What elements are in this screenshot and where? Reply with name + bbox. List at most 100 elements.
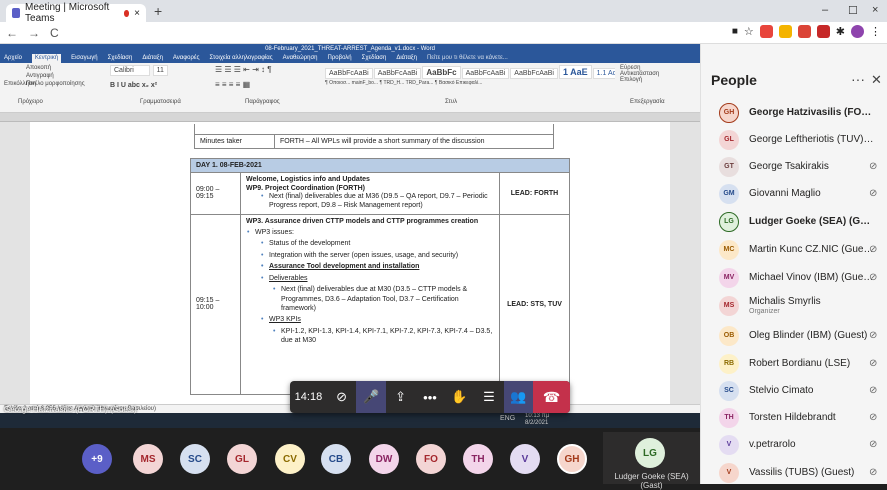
- participant-avatar: RB: [719, 353, 739, 374]
- participant-row[interactable]: LG Ludger Goeke (SEA) (Gast): [701, 208, 887, 235]
- chat-icon: ☰: [483, 389, 495, 404]
- participant-name: George Tsakirakis: [749, 161, 829, 172]
- raise-hand-button[interactable]: ✋: [445, 381, 474, 413]
- avatar[interactable]: CV: [275, 444, 305, 474]
- avatar[interactable]: CB: [321, 444, 351, 474]
- ribbon-tab[interactable]: Διάταξη: [142, 54, 163, 63]
- menu-icon[interactable]: ⋮: [870, 25, 881, 38]
- extension-icon[interactable]: [797, 25, 811, 38]
- window-close-button[interactable]: ×: [872, 4, 878, 16]
- participant-row[interactable]: MS Michalis Smyrlis Organizer: [701, 292, 887, 319]
- style-item[interactable]: 1 AaE: [558, 65, 592, 79]
- list-buttons[interactable]: ☰ ☰ ☰ ⇤ ⇥ ↕ ¶: [215, 65, 315, 74]
- ribbon-tab[interactable]: Εισαγωγή: [71, 54, 98, 63]
- back-button[interactable]: ←: [6, 26, 18, 40]
- participant-avatar: LG: [719, 211, 739, 232]
- participant-row[interactable]: TH Torsten Hildebrandt ⊘: [701, 404, 887, 431]
- style-item[interactable]: AaBbFcAaBi: [325, 68, 373, 79]
- ribbon-tab[interactable]: Διάταξη: [396, 54, 417, 63]
- puzzle-icon[interactable]: ✱: [836, 25, 845, 38]
- minutes-table: Minutes taker FORTH – All WPLs will prov…: [194, 124, 554, 149]
- avatar[interactable]: MS: [133, 444, 163, 474]
- mute-button[interactable]: 🎤: [356, 381, 386, 413]
- agenda-bullet: Status of the development: [260, 239, 494, 249]
- pdf-extension-icon[interactable]: [816, 25, 830, 38]
- participant-row[interactable]: MC Martin Kunc CZ.NIC (Guest) ⊘: [701, 236, 887, 263]
- ribbon-tab[interactable]: Σχεδίαση: [362, 54, 387, 63]
- ribbon-tab[interactable]: Σχεδίαση: [108, 54, 133, 63]
- avatar[interactable]: SC: [180, 444, 210, 474]
- font-name-select[interactable]: Calibri: [110, 65, 150, 76]
- more-actions-button[interactable]: •••: [415, 381, 444, 413]
- styles-group: AaBbFcAaBi AaBbFcAaBi AaBbFc AaBbFcAaBi AaBb…: [325, 65, 615, 109]
- active-speaker-avatar[interactable]: GH: [557, 444, 587, 474]
- avatar[interactable]: GL: [227, 444, 257, 474]
- more-participants-avatar[interactable]: +9: [82, 444, 112, 474]
- style-item[interactable]: AaBbFcAaBi: [510, 68, 558, 79]
- participant-row[interactable]: RB Robert Bordianu (LSE) ⊘: [701, 350, 887, 377]
- participant-row[interactable]: SC Stelvio Cimato ⊘: [701, 377, 887, 404]
- participant-row[interactable]: GT George Tsakirakis ⊘: [701, 153, 887, 180]
- camera-icon[interactable]: ■: [732, 26, 738, 37]
- extension-icon[interactable]: [759, 25, 773, 38]
- format-painter-button[interactable]: Πινέλο μορφοποίησης: [26, 81, 85, 87]
- forward-button[interactable]: →: [28, 26, 40, 40]
- teams-icon: [12, 8, 21, 18]
- avatar[interactable]: DW: [369, 444, 399, 474]
- participant-row[interactable]: MV Michael Vinov (IBM) (Guest) ⊘: [701, 264, 887, 291]
- style-item[interactable]: AaBbFc: [422, 66, 461, 79]
- time-cell: 09:15 – 10:00: [190, 213, 241, 395]
- maximize-button[interactable]: ☐: [848, 4, 858, 17]
- mic-muted-icon: ⊘: [869, 439, 878, 450]
- copy-button[interactable]: Αντιγραφή: [26, 73, 54, 79]
- time-cell: 09:00 – 09:15: [190, 172, 241, 215]
- agenda-bullet: KPI-1.2, KPI-1.3, KPI-1.4, KPI-7.1, KPI-…: [272, 327, 494, 346]
- participant-avatar: GL: [719, 129, 739, 150]
- participant-name: Vassilis (TUBS) (Guest): [749, 467, 855, 478]
- hang-up-button[interactable]: ☎: [533, 381, 570, 413]
- participant-row[interactable]: GH George Hatzivasilis (FORTH) (G...: [701, 99, 887, 126]
- cut-button[interactable]: Αποκοπή: [26, 65, 51, 71]
- participant-row[interactable]: Vv.petrarolo ⊘: [701, 431, 887, 458]
- ribbon-tab[interactable]: Προβολή: [328, 54, 352, 63]
- participants-button[interactable]: 👥: [503, 381, 534, 413]
- extension-icon[interactable]: [778, 25, 792, 38]
- select-button[interactable]: Επιλογή: [620, 77, 698, 83]
- ribbon-tab-home[interactable]: Κεντρική: [31, 54, 62, 63]
- tell-me-box[interactable]: Πείτε μου τι θέλετε να κάνετε...: [427, 54, 508, 63]
- participant-row[interactable]: GL George Leftheriotis (TUV) (Guest): [701, 126, 887, 153]
- document-page[interactable]: Minutes taker FORTH – All WPLs will prov…: [30, 122, 670, 404]
- style-item[interactable]: AaBbFcAaBi: [373, 68, 422, 79]
- style-item[interactable]: AaBbFcAaBi: [461, 68, 510, 79]
- participant-row[interactable]: OB Oleg Blinder (IBM) (Guest) ⊘: [701, 322, 887, 349]
- ribbon-tab[interactable]: Αρχείο: [4, 54, 22, 63]
- agenda-item: Welcome, Logistics info and Updates WP9.…: [240, 172, 500, 215]
- share-button[interactable]: ⇪: [386, 381, 415, 413]
- avatar[interactable]: TH: [463, 444, 493, 474]
- font-size-select[interactable]: 11: [152, 65, 168, 76]
- avatar[interactable]: FO: [416, 444, 446, 474]
- ribbon-tab[interactable]: Αναφορές: [173, 54, 200, 63]
- new-tab-button[interactable]: +: [154, 3, 162, 19]
- format-buttons[interactable]: B I U abc x₂ x²: [110, 82, 210, 89]
- close-icon[interactable]: ✕: [871, 72, 882, 88]
- participant-row[interactable]: GM Giovanni Maglio ⊘: [701, 180, 887, 207]
- mic-muted-icon: ⊘: [869, 244, 878, 255]
- ribbon-tab[interactable]: Στοιχεία αλληλογραφίας: [209, 54, 272, 63]
- camera-off-icon: ⊘: [336, 389, 348, 404]
- mic-muted-icon: ⊘: [869, 412, 878, 423]
- ribbon-tab[interactable]: Αναθεώρηση: [283, 54, 318, 63]
- more-options-icon[interactable]: ···: [851, 71, 865, 87]
- browser-tab[interactable]: Meeting | Microsoft Teams ×: [6, 2, 146, 24]
- minimize-button[interactable]: –: [822, 4, 828, 16]
- tab-close-icon[interactable]: ×: [134, 8, 140, 19]
- reload-button[interactable]: C: [50, 26, 59, 40]
- chat-button[interactable]: ☰: [474, 381, 503, 413]
- profile-avatar[interactable]: [851, 25, 864, 38]
- avatar[interactable]: V: [510, 444, 540, 474]
- camera-off-button[interactable]: ⊘: [327, 381, 356, 413]
- align-buttons[interactable]: ≡ ≡ ≡ ≡ ▦: [215, 80, 315, 89]
- participant-row[interactable]: V Vassilis (TUBS) (Guest) ⊘: [701, 459, 887, 486]
- star-icon[interactable]: ☆: [744, 25, 754, 38]
- style-item[interactable]: 1.1 Ac: [592, 68, 615, 79]
